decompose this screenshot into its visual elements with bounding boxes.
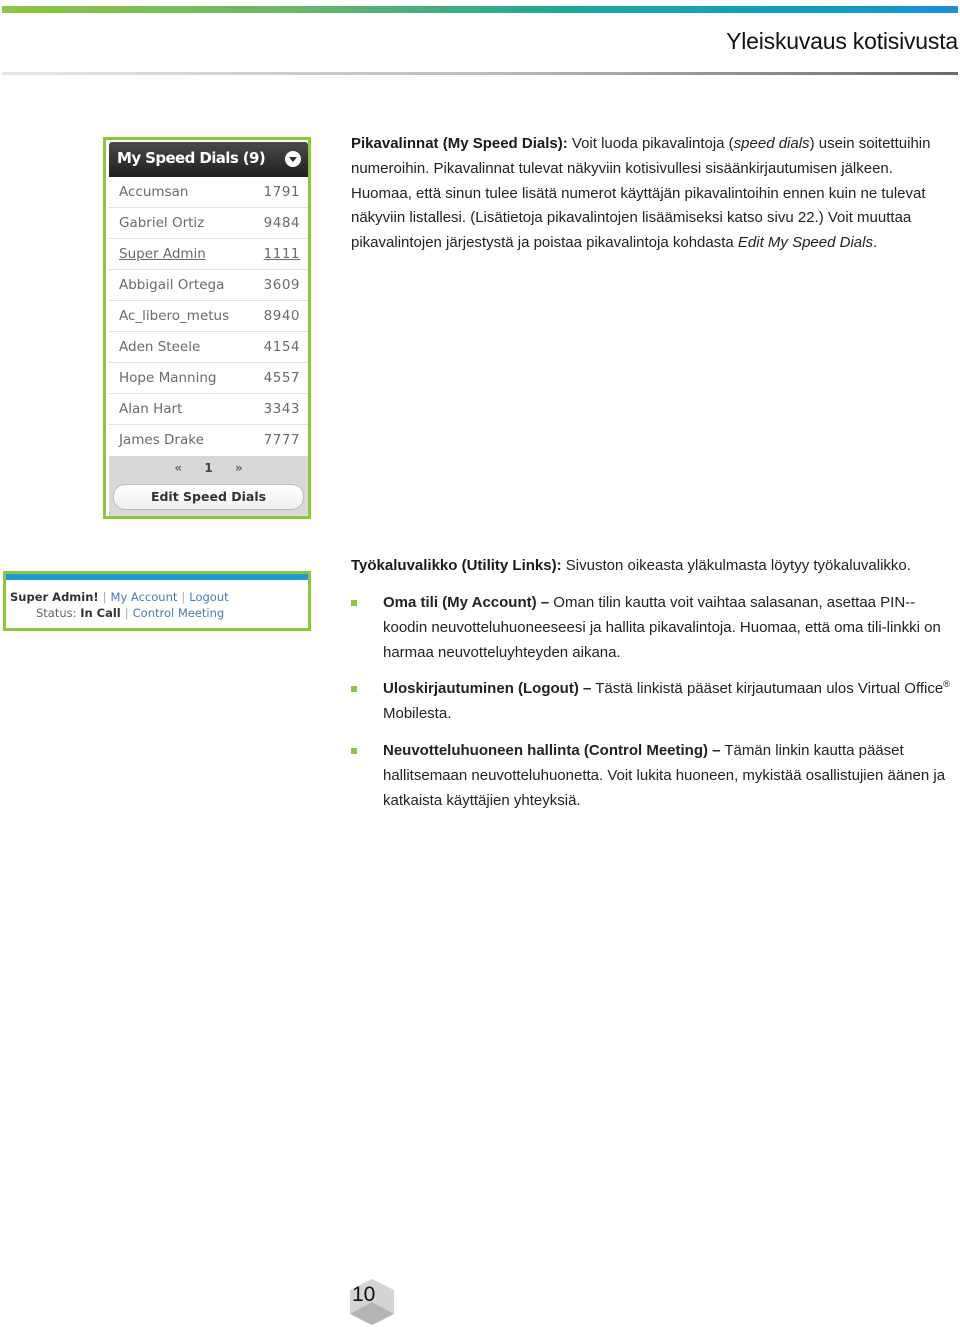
speed-dial-number: 7777 <box>263 432 300 448</box>
status-value: In Call <box>80 606 121 620</box>
next-page-button[interactable]: » <box>235 461 243 475</box>
utility-links-row-1: Super Admin! | My Account | Logout <box>10 590 229 604</box>
separator: | <box>181 590 186 604</box>
speed-dial-name: James Drake <box>119 432 204 448</box>
speed-dial-name: Ac_libero_metus <box>119 308 230 324</box>
speed-dial-name[interactable]: Super Admin <box>119 246 206 262</box>
speed-dials-footer: « 1 » Edit Speed Dials <box>109 456 308 516</box>
utility-links-bullet-list: Oma tili (My Account) – Oman tilin kautt… <box>351 591 951 825</box>
speed-dial-item[interactable]: Aden Steele 4154 <box>109 332 308 363</box>
separator: | <box>124 606 129 620</box>
bullet-item: Oma tili (My Account) – Oman tilin kautt… <box>351 591 951 665</box>
speed-dial-item[interactable]: Gabriel Ortiz 9484 <box>109 208 308 239</box>
bullet-item: Neuvotteluhuoneen hallinta (Control Meet… <box>351 739 951 813</box>
speed-dial-item[interactable]: Super Admin 1111 <box>109 239 308 270</box>
speed-dial-name: Gabriel Ortiz <box>119 215 205 231</box>
user-greeting: Super Admin! <box>10 590 99 604</box>
edit-speed-dials-button[interactable]: Edit Speed Dials <box>113 484 304 510</box>
pagination: « 1 » <box>109 461 308 475</box>
control-meeting-link[interactable]: Control Meeting <box>133 606 225 620</box>
logout-link[interactable]: Logout <box>189 590 228 604</box>
speed-dial-item[interactable]: Abbigail Ortega 3609 <box>109 270 308 301</box>
speed-dial-number: 3343 <box>263 401 300 417</box>
paragraph-text: . <box>872 234 878 252</box>
speed-dial-number: 4154 <box>263 339 300 355</box>
page-title: Yleiskuvaus kotisivusta <box>726 28 958 54</box>
speed-dial-number: 8940 <box>263 308 300 324</box>
paragraph-italic: Edit My Speed Dials <box>737 234 873 252</box>
speed-dial-item[interactable]: Accumsan 1791 <box>109 177 308 208</box>
speed-dials-description: Pikavalinnat (My Speed Dials): Voit luod… <box>351 132 951 256</box>
speed-dial-number: 3609 <box>263 277 300 293</box>
header-accent-bar <box>2 6 958 13</box>
section-heading: Pikavalinnat (My Speed Dials): <box>351 135 568 152</box>
speed-dial-number[interactable]: 1111 <box>264 246 300 262</box>
chevron-down-icon[interactable] <box>285 151 301 167</box>
bullet-square-icon <box>351 686 357 693</box>
speed-dial-number: 1791 <box>263 184 300 200</box>
speed-dial-name: Aden Steele <box>119 339 201 355</box>
separator: | <box>102 590 107 604</box>
utility-links-description: Työkaluvalikko (Utility Links): Sivuston… <box>351 554 951 579</box>
bullet-term: Neuvotteluhuoneen hallinta (Control Meet… <box>383 741 721 759</box>
bullet-square-icon <box>351 747 357 754</box>
registered-mark: ® <box>943 679 950 690</box>
speed-dial-number: 9484 <box>263 215 300 231</box>
bullet-text: Tästä linkistä pääset kirjautumaan ulos … <box>591 680 944 698</box>
speed-dials-list: Accumsan 1791 Gabriel Ortiz 9484 Super Adm… <box>109 177 308 455</box>
speed-dials-title: My Speed Dials (9) <box>117 149 266 167</box>
utility-links-row-2: Status: In Call | Control Meeting <box>36 606 224 620</box>
utility-links-bar <box>6 574 308 580</box>
bullet-term: Uloskirjautuminen (Logout) – <box>383 680 592 698</box>
paragraph-text: Sivuston oikeasta yläkulmasta löytyy työ… <box>561 557 911 574</box>
speed-dial-name: Abbigail Ortega <box>119 277 225 293</box>
speed-dial-item[interactable]: Hope Manning 4557 <box>109 363 308 394</box>
page-number-badge: 10 <box>347 1278 397 1326</box>
utility-links-widget: Super Admin! | My Account | Logout Status: I… <box>3 571 311 631</box>
paragraph-text: Voit luoda pikavalintoja ( <box>567 135 734 152</box>
current-page[interactable]: 1 <box>204 461 212 475</box>
bullet-item: Uloskirjautuminen (Logout) – Tästä linki… <box>351 677 951 727</box>
speed-dial-name: Hope Manning <box>119 370 217 386</box>
speed-dials-widget: My Speed Dials (9) Accumsan 1791 Gabriel … <box>103 137 311 519</box>
speed-dial-item[interactable]: Alan Hart 3343 <box>109 394 308 425</box>
page-number: 10 <box>352 1283 376 1306</box>
bullet-square-icon <box>351 600 357 606</box>
speed-dial-item[interactable]: James Drake 7777 <box>109 425 308 455</box>
bullet-text: Mobilesta. <box>383 705 452 723</box>
speed-dial-name: Alan Hart <box>119 401 183 417</box>
paragraph-italic: speed dials <box>733 135 810 152</box>
speed-dial-item[interactable]: Ac_libero_metus 8940 <box>109 301 308 332</box>
my-account-link[interactable]: My Account <box>111 590 178 604</box>
bullet-term: Oma tili (My Account) – <box>383 594 550 611</box>
speed-dial-name: Accumsan <box>119 184 189 200</box>
prev-page-button[interactable]: « <box>174 461 182 475</box>
section-heading: Työkaluvalikko (Utility Links): <box>351 557 562 574</box>
title-divider <box>2 72 958 75</box>
speed-dial-number: 4557 <box>263 370 300 386</box>
status-label: Status: <box>36 606 77 620</box>
speed-dials-header: My Speed Dials (9) <box>109 142 308 177</box>
